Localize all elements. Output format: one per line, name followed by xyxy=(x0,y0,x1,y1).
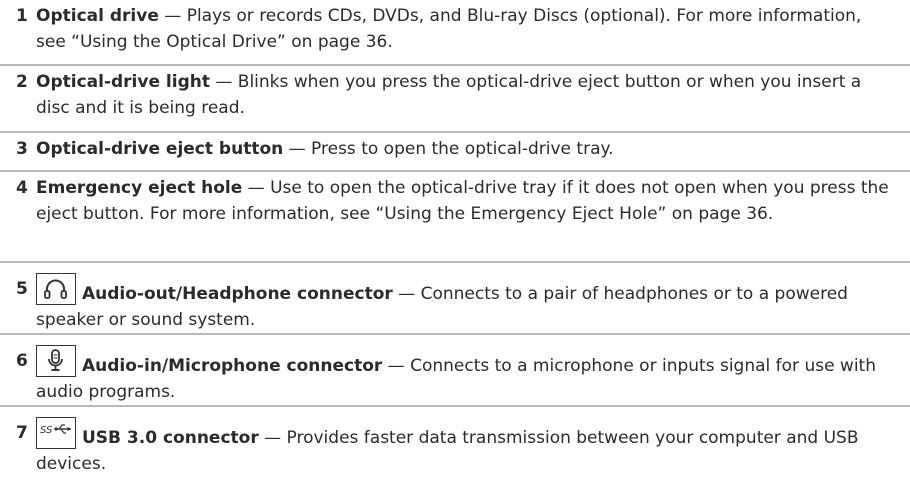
microphone-icon xyxy=(36,345,76,377)
divider xyxy=(0,333,910,335)
item-dash: — xyxy=(283,139,312,159)
item-description: Press to open the optical-drive tray. xyxy=(311,139,614,159)
item-number: 7 xyxy=(16,423,28,443)
item-dash: — xyxy=(258,428,287,448)
item-number: 2 xyxy=(16,72,28,92)
headphone-icon xyxy=(36,273,76,305)
item-text: Optical-drive eject button — Press to op… xyxy=(36,136,896,162)
svg-text:SS: SS xyxy=(40,425,53,436)
item-title: Audio-out/Headphone connector xyxy=(82,284,393,304)
item-text: SS USB 3.0 connector — Provides faster da… xyxy=(36,417,896,477)
item-text: Audio-out/Headphone connector — Connects… xyxy=(36,273,896,333)
item-dash: — xyxy=(242,178,271,198)
item-number: 1 xyxy=(16,6,28,26)
divider xyxy=(0,261,910,263)
item-text: Optical-drive light — Blinks when you pr… xyxy=(36,69,896,121)
divider xyxy=(0,131,910,133)
item-number: 3 xyxy=(16,139,28,159)
usb-ss-icon: SS xyxy=(36,417,76,449)
item-title: Optical-drive light xyxy=(36,72,210,92)
item-title: Optical drive xyxy=(36,6,159,26)
item-dash: — xyxy=(382,356,411,376)
item-dash: — xyxy=(158,6,187,26)
item-number: 4 xyxy=(16,178,28,198)
item-text: Emergency eject hole — Use to open the o… xyxy=(36,175,896,227)
divider xyxy=(0,64,910,66)
item-title: Optical-drive eject button xyxy=(36,139,284,159)
item-dash: — xyxy=(392,284,421,304)
divider xyxy=(0,170,910,172)
item-title: USB 3.0 connector xyxy=(82,428,259,448)
item-title: Emergency eject hole xyxy=(36,178,243,198)
divider xyxy=(0,405,910,407)
item-number: 6 xyxy=(16,351,28,371)
item-text: Audio-in/Microphone connector — Connects… xyxy=(36,345,896,405)
item-title: Audio-in/Microphone connector xyxy=(82,356,383,376)
item-number: 5 xyxy=(16,279,28,299)
item-text: Optical drive — Plays or records CDs, DV… xyxy=(36,3,896,55)
item-dash: — xyxy=(209,72,238,92)
